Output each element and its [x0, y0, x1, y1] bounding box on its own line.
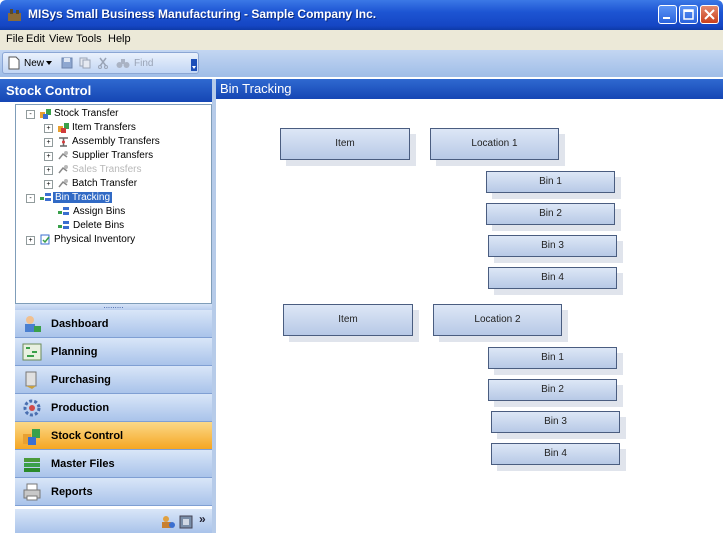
tree-label: Sales Transfers [72, 164, 142, 175]
nav-label: Purchasing [51, 374, 111, 386]
menu-bar: File Edit View Tools Help [0, 30, 723, 50]
expand-icon[interactable]: + [44, 152, 53, 161]
bin-tracking-icon [40, 193, 51, 201]
toolbar-strip: New Find [2, 52, 199, 74]
collapse-icon[interactable]: - [26, 194, 35, 203]
nav-label: Planning [51, 346, 98, 358]
left-panel-frame [0, 102, 15, 533]
stock-transfer-icon [40, 109, 51, 119]
bin-node[interactable]: Bin 2 [488, 379, 617, 401]
bin-node[interactable]: Bin 1 [486, 171, 615, 193]
expand-icon[interactable]: + [44, 166, 53, 175]
configure-buttons-icon[interactable] [179, 515, 193, 529]
expand-icon[interactable]: + [44, 138, 53, 147]
find-button[interactable]: Find [134, 58, 153, 69]
physical-inventory-icon [40, 234, 50, 245]
sales-transfers-icon [58, 165, 68, 174]
nav-dashboard[interactable]: Dashboard [15, 310, 212, 338]
maximize-button[interactable] [679, 5, 698, 24]
nav-stock-control[interactable]: Stock Control [15, 422, 212, 450]
nav-label: Stock Control [51, 430, 124, 442]
nav-label: Reports [51, 486, 93, 498]
nav-label: Master Files [51, 458, 115, 470]
tree-label: Stock Transfer [54, 108, 119, 119]
bin-node[interactable]: Bin 4 [491, 443, 620, 465]
new-button[interactable]: New [24, 58, 44, 69]
tree-label: Batch Transfer [72, 178, 138, 189]
delete-bins-icon [58, 221, 69, 229]
bin-node[interactable]: Bin 3 [488, 235, 617, 257]
title-bar: MISys Small Business Manufacturing - Sam… [0, 0, 723, 30]
master-files-icon [24, 458, 40, 472]
minimize-button[interactable] [658, 5, 677, 24]
tree-label: Bin Tracking [53, 192, 113, 203]
menu-tools[interactable]: Tools [76, 33, 102, 45]
supplier-transfers-icon [58, 151, 68, 160]
batch-transfer-icon [58, 179, 68, 188]
toolbar-overflow-icon[interactable] [191, 59, 197, 71]
menu-help[interactable]: Help [108, 33, 131, 45]
item-transfers-icon [58, 123, 69, 133]
navigation-tree: - Stock Transfer + Item Transfers + Asse… [15, 104, 212, 304]
nav-label: Production [51, 402, 110, 414]
menu-file[interactable]: File [6, 33, 24, 45]
app-icon [8, 9, 21, 21]
maximize-icon [683, 9, 694, 20]
reports-icon [23, 483, 41, 501]
purchasing-icon [25, 371, 37, 389]
bin-node[interactable]: Bin 4 [488, 267, 617, 289]
close-button[interactable] [700, 5, 719, 24]
bin-tracking-diagram: Item Location 1 Bin 1 Bin 2 Bin 3 Bin 4 … [216, 99, 723, 533]
assembly-transfers-icon [59, 137, 68, 147]
expand-icon[interactable]: + [44, 180, 53, 189]
tree-label: Assign Bins [73, 206, 126, 217]
production-icon [23, 399, 41, 417]
tree-label: Physical Inventory [54, 234, 136, 245]
menu-edit[interactable]: Edit [26, 33, 45, 45]
binoculars-icon[interactable] [116, 57, 130, 69]
chevron-down-icon[interactable] [46, 61, 53, 66]
item-node[interactable]: Item [280, 128, 410, 160]
tree-label: Item Transfers [72, 122, 136, 133]
location-node[interactable]: Location 1 [430, 128, 559, 160]
location-node[interactable]: Location 2 [433, 304, 562, 336]
tree-label: Assembly Transfers [72, 136, 160, 147]
right-panel-title: Bin Tracking [216, 79, 723, 99]
collapse-icon[interactable]: - [26, 110, 35, 119]
left-panel-title: Stock Control [0, 79, 214, 102]
nav-planning[interactable]: Planning [15, 338, 212, 366]
nav-reports[interactable]: Reports [15, 478, 212, 506]
more-options-icon[interactable]: » [199, 512, 206, 526]
close-icon [704, 9, 715, 20]
nav-purchasing[interactable]: Purchasing [15, 366, 212, 394]
expand-icon[interactable]: + [26, 236, 35, 245]
bin-node[interactable]: Bin 2 [486, 203, 615, 225]
nav-production[interactable]: Production [15, 394, 212, 422]
minimize-icon [663, 17, 670, 19]
new-document-icon [8, 56, 20, 70]
expand-icon[interactable]: + [44, 124, 53, 133]
nav-footer: » [15, 509, 212, 533]
bin-node[interactable]: Bin 1 [488, 347, 617, 369]
stock-control-icon [23, 429, 40, 445]
menu-view[interactable]: View [49, 33, 73, 45]
toolbar: New Find [0, 50, 723, 77]
tree-label: Delete Bins [73, 220, 125, 231]
item-node[interactable]: Item [283, 304, 413, 336]
window-title: MISys Small Business Manufacturing - Sam… [28, 7, 377, 21]
planning-icon [22, 343, 42, 361]
save-icon[interactable] [61, 57, 73, 69]
copy-icon[interactable] [79, 57, 91, 69]
assign-bins-icon [58, 207, 69, 215]
nav-master-files[interactable]: Master Files [15, 450, 212, 478]
nav-label: Dashboard [51, 318, 109, 330]
dashboard-icon [25, 316, 41, 332]
user-settings-icon[interactable] [161, 515, 175, 529]
bin-node[interactable]: Bin 3 [491, 411, 620, 433]
cut-icon[interactable] [97, 57, 109, 69]
tree-label: Supplier Transfers [72, 150, 154, 161]
